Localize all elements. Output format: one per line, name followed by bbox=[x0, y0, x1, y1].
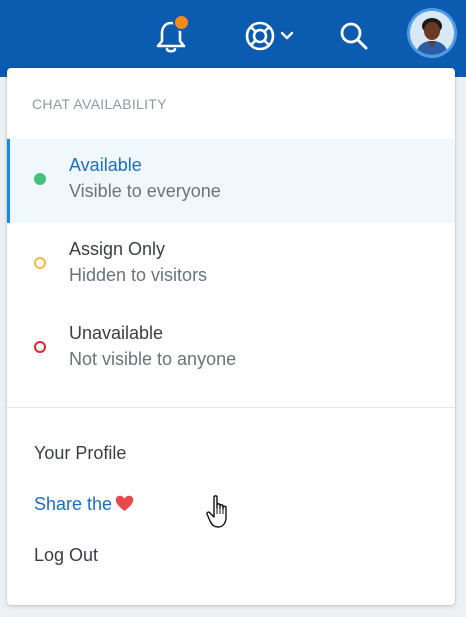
status-subtitle: Visible to everyone bbox=[69, 181, 221, 201]
status-subtitle: Not visible to anyone bbox=[69, 349, 237, 369]
help-lifebuoy-icon[interactable] bbox=[243, 19, 277, 53]
avatar bbox=[410, 11, 454, 55]
status-option-available[interactable]: Available Visible to everyone bbox=[7, 139, 455, 223]
available-status-dot bbox=[34, 173, 46, 185]
top-navigation-bar bbox=[0, 0, 466, 77]
log-out-link[interactable]: Log Out bbox=[34, 545, 98, 566]
heart-icon bbox=[115, 495, 134, 511]
chat-availability-caption: CHAT AVAILABILITY bbox=[32, 96, 167, 112]
menu-divider bbox=[7, 407, 455, 408]
status-title: Assign Only bbox=[69, 239, 166, 259]
selected-indicator-bar bbox=[7, 139, 10, 223]
status-title: Unavailable bbox=[69, 323, 164, 343]
hand-pointer-cursor bbox=[206, 495, 227, 528]
notification-badge bbox=[173, 14, 190, 31]
share-the-love-link[interactable]: Share the bbox=[34, 494, 134, 515]
unavailable-status-dot bbox=[34, 341, 46, 353]
share-link-label: Share the bbox=[34, 494, 113, 514]
user-avatar-button[interactable] bbox=[407, 8, 457, 58]
status-title: Available bbox=[69, 155, 142, 175]
search-icon[interactable] bbox=[338, 20, 370, 52]
status-option-unavailable[interactable]: Unavailable Not visible to anyone bbox=[7, 307, 455, 391]
chevron-down-icon[interactable] bbox=[280, 30, 294, 42]
assign-only-status-dot bbox=[34, 257, 46, 269]
status-subtitle: Hidden to visitors bbox=[69, 265, 208, 285]
your-profile-link[interactable]: Your Profile bbox=[34, 443, 126, 464]
status-option-assign-only[interactable]: Assign Only Hidden to visitors bbox=[7, 223, 455, 307]
